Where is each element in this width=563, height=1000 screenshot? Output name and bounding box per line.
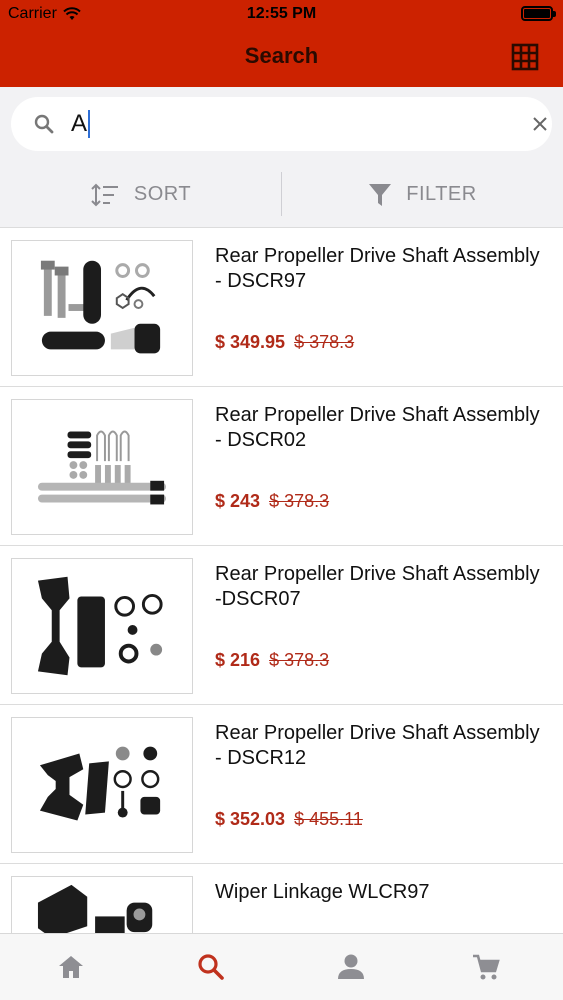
current-price: $ 352.03 bbox=[215, 809, 286, 829]
product-name: Rear Propeller Drive Shaft Assembly - DS… bbox=[215, 245, 540, 292]
product-name: Rear Propeller Drive Shaft Assembly -DSC… bbox=[215, 563, 540, 610]
current-price: $ 216 bbox=[215, 650, 261, 670]
product-price: $ 216 $ 378.3 bbox=[215, 650, 329, 671]
battery-icon bbox=[521, 6, 556, 21]
product-image bbox=[11, 558, 193, 694]
product-item[interactable]: Rear Propeller Drive Shaft Assembly - DS… bbox=[0, 705, 563, 864]
product-item[interactable]: Rear Propeller Drive Shaft Assembly -DSC… bbox=[0, 546, 563, 705]
search-area: A SORT FILTER bbox=[0, 87, 563, 227]
sort-label: SORT bbox=[133, 183, 192, 205]
home-icon[interactable] bbox=[56, 952, 86, 982]
original-price: $ 455.11 bbox=[294, 809, 363, 829]
current-price: $ 349.95 bbox=[215, 332, 286, 352]
current-price: $ 243 bbox=[215, 491, 261, 511]
sort-button[interactable]: SORT bbox=[0, 162, 281, 227]
search-query[interactable]: A bbox=[71, 109, 91, 139]
original-price: $ 378.3 bbox=[294, 332, 355, 352]
sort-filter-bar: SORT FILTER bbox=[0, 162, 563, 227]
product-item[interactable]: Rear Propeller Drive Shaft Assembly - DS… bbox=[0, 228, 563, 387]
original-price: $ 378.3 bbox=[269, 491, 330, 511]
cart-icon[interactable] bbox=[471, 952, 501, 982]
original-price: $ 378.3 bbox=[269, 650, 330, 670]
tab-bar bbox=[0, 933, 563, 1000]
search-icon[interactable] bbox=[196, 952, 226, 982]
status-bar: Carrier 12:55 PM bbox=[0, 0, 563, 30]
filter-button[interactable]: FILTER bbox=[282, 162, 563, 227]
filter-icon bbox=[369, 183, 392, 206]
search-icon bbox=[34, 114, 54, 134]
product-price: $ 352.03 $ 455.11 bbox=[215, 809, 363, 830]
search-input[interactable]: A bbox=[11, 97, 552, 151]
sort-icon bbox=[91, 183, 118, 206]
product-image bbox=[11, 717, 193, 853]
close-icon[interactable] bbox=[530, 114, 550, 134]
status-time: 12:55 PM bbox=[246, 5, 317, 22]
product-item[interactable]: Wiper Linkage WLCR97 bbox=[0, 864, 563, 933]
filter-label: FILTER bbox=[406, 183, 477, 205]
product-list: Rear Propeller Drive Shaft Assembly - DS… bbox=[0, 227, 563, 933]
product-image bbox=[11, 399, 193, 535]
app-header: Carrier 12:55 PM Search bbox=[0, 0, 563, 87]
product-price: $ 349.95 $ 378.3 bbox=[215, 332, 354, 353]
product-image bbox=[11, 876, 193, 933]
search-value: A bbox=[71, 110, 88, 137]
product-item[interactable]: Rear Propeller Drive Shaft Assembly - DS… bbox=[0, 387, 563, 546]
user-icon[interactable] bbox=[336, 952, 366, 982]
product-image bbox=[11, 240, 193, 376]
product-name: Wiper Linkage WLCR97 bbox=[215, 881, 430, 903]
page-title: Search bbox=[244, 43, 319, 68]
product-name: Rear Propeller Drive Shaft Assembly - DS… bbox=[215, 722, 540, 769]
product-name: Rear Propeller Drive Shaft Assembly - DS… bbox=[215, 404, 540, 451]
text-caret bbox=[88, 110, 91, 138]
grid-icon[interactable] bbox=[511, 43, 539, 71]
product-price: $ 243 $ 378.3 bbox=[215, 491, 329, 512]
